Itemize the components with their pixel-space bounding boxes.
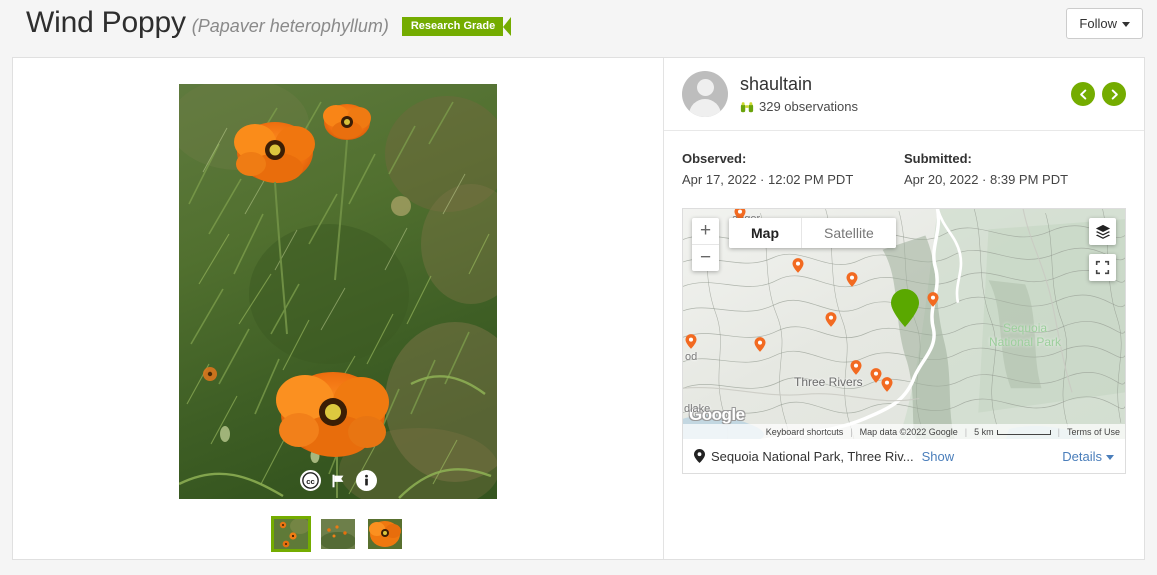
location-details-button[interactable]: Details [1062, 449, 1114, 464]
thumbnail-2-image [321, 519, 355, 549]
attrib-divider: | [850, 426, 853, 437]
attrib-divider: | [964, 426, 968, 437]
map-zoom-controls: + − [692, 218, 719, 271]
location-details-label: Details [1062, 448, 1102, 464]
map-zoom-out-button[interactable]: − [692, 244, 719, 271]
google-logo: Google [689, 405, 745, 424]
thumbnail-3-image [368, 519, 402, 549]
map-marker[interactable] [754, 337, 766, 352]
thumbnail-strip [271, 516, 405, 552]
observer-username[interactable]: shaultain [740, 74, 858, 94]
show-location-link[interactable]: Show [922, 449, 955, 464]
main-photo[interactable]: cc [179, 84, 497, 499]
taxon-common-name: Wind Poppy [26, 6, 186, 39]
photo-overlay-icons: cc [179, 470, 497, 491]
status-badge: Research Grade [401, 17, 512, 36]
observer-observations: 329 observations [740, 99, 858, 114]
location-name: Sequoia National Park, Three Riv... [711, 448, 914, 464]
chevron-left-icon [1079, 89, 1086, 99]
thumbnail-1-image [274, 519, 308, 549]
map-marker[interactable] [881, 377, 893, 392]
location-bar: Sequoia National Park, Three Riv... Show… [683, 439, 1125, 473]
observer-meta: shaultain 329 observations [740, 74, 858, 114]
attrib-divider: | [1057, 426, 1060, 437]
observed-label: Observed: [682, 151, 747, 166]
observation-map-box: Google adger od dlake Three Rivers Sequo… [682, 208, 1126, 474]
map-marker[interactable] [685, 334, 697, 349]
submitted-label: Submitted: [904, 151, 972, 166]
creative-commons-icon[interactable]: cc [299, 470, 321, 491]
fullscreen-icon [1095, 260, 1110, 275]
submitted-block: Submitted: Apr 20, 2022 · 8:39 PM PDT [904, 151, 1126, 187]
map-marker[interactable] [927, 292, 939, 307]
map-marker[interactable] [825, 312, 837, 327]
map-right-controls [1089, 218, 1116, 281]
observations-count-label: 329 observations [759, 99, 859, 114]
flag-icon[interactable] [328, 470, 349, 491]
thumbnail-2[interactable] [318, 516, 358, 552]
observed-value: Apr 17, 2022 · 12:02 PM PDT [682, 172, 854, 187]
chevron-down-icon [1122, 21, 1130, 27]
map-keyboard-shortcuts-link[interactable]: Keyboard shortcuts [766, 427, 844, 437]
map-attribution: Keyboard shortcuts | Map data ©2022 Goog… [683, 424, 1125, 439]
follow-button[interactable]: Follow [1066, 7, 1143, 39]
map-marker[interactable] [846, 272, 858, 287]
photo-pane: cc [13, 58, 664, 559]
map-marker[interactable] [792, 258, 804, 273]
map-marker[interactable] [850, 360, 862, 375]
map-type-satellite-button[interactable]: Satellite [801, 218, 896, 248]
info-icon[interactable] [355, 470, 377, 491]
observer-row: shaultain 329 observations [664, 58, 1144, 131]
dates-row: Observed: Apr 17, 2022 · 12:02 PM PDT Su… [664, 131, 1144, 187]
avatar[interactable] [682, 71, 728, 117]
map-type-map-button[interactable]: Map [729, 218, 801, 248]
page-title: Wind Poppy (Papaver heterophyllum) Resea… [26, 6, 1066, 40]
chevron-right-icon [1111, 89, 1118, 99]
chevron-down-icon [1106, 454, 1114, 460]
observed-block: Observed: Apr 17, 2022 · 12:02 PM PDT [682, 151, 904, 187]
page-header: Wind Poppy (Papaver heterophyllum) Resea… [0, 0, 1157, 46]
map-pin-icon [694, 449, 705, 463]
map-terms-link[interactable]: Terms of Use [1067, 427, 1120, 437]
follow-button-label: Follow [1079, 15, 1117, 31]
map-scale: 5 km [974, 427, 1051, 437]
taxon-scientific-name: (Papaver heterophyllum) [191, 16, 389, 36]
thumbnail-3[interactable] [365, 516, 405, 552]
map-data-credit: Map data ©2022 Google [859, 426, 958, 437]
submitted-value: Apr 20, 2022 · 8:39 PM PDT [904, 172, 1069, 187]
map-marker-current-observation[interactable] [891, 289, 919, 327]
map-zoom-in-button[interactable]: + [692, 218, 719, 244]
binoculars-icon [740, 100, 754, 114]
map-fullscreen-button[interactable] [1089, 254, 1116, 281]
map-canvas[interactable]: Google adger od dlake Three Rivers Sequo… [683, 209, 1125, 439]
thumbnail-1[interactable] [271, 516, 311, 552]
photo-image [179, 84, 497, 499]
observation-nav [1071, 82, 1126, 106]
map-type-toggle: Map Satellite [729, 218, 896, 248]
observation-card: cc shaultain 329 observations Observed: … [12, 57, 1145, 560]
map-marker[interactable] [870, 368, 882, 383]
info-pane: shaultain 329 observations Observed: Apr… [664, 58, 1144, 559]
svg-text:cc: cc [306, 477, 315, 486]
next-observation-button[interactable] [1102, 82, 1126, 106]
map-scale-bar [996, 429, 1051, 435]
map-layers-button[interactable] [1089, 218, 1116, 245]
layers-icon [1095, 224, 1110, 239]
previous-observation-button[interactable] [1071, 82, 1095, 106]
